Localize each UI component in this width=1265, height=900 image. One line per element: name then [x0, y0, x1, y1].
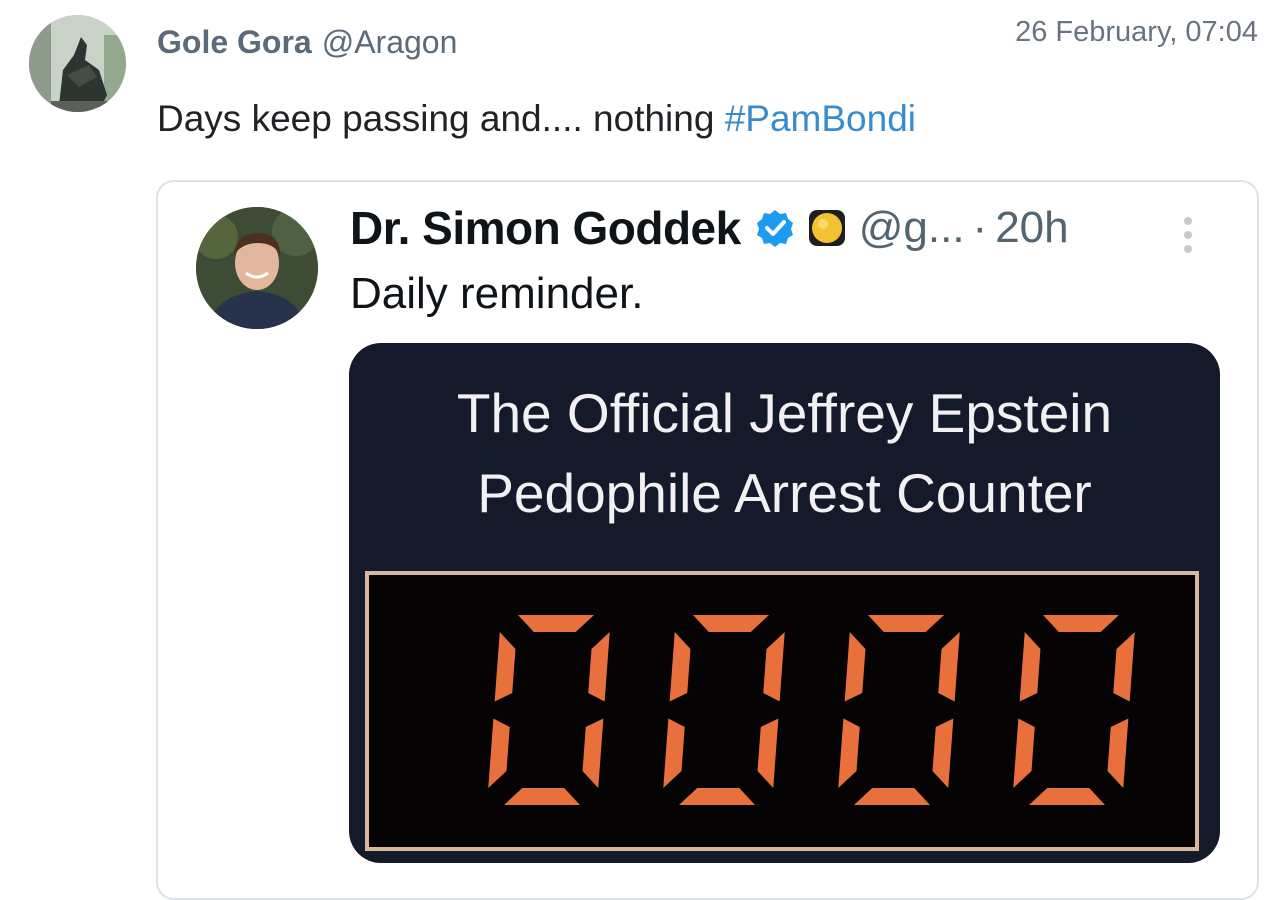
digit-segment-f: [844, 632, 866, 702]
quoted-author-name[interactable]: Dr. Simon Goddek: [350, 201, 741, 255]
media-title-line-1: The Official Jeffrey Epstein: [456, 382, 1113, 444]
digit-segment-f: [494, 632, 516, 702]
digit-segment-b: [938, 632, 960, 702]
quoted-time[interactable]: 20h: [995, 203, 1068, 253]
media-title-line-2: Pedophile Arrest Counter: [477, 462, 1092, 524]
hashtag-link[interactable]: #PamBondi: [725, 98, 916, 139]
digit-segment-c: [1107, 718, 1129, 788]
digit-segment-a: [518, 615, 594, 632]
affiliate-badge-icon: [808, 210, 845, 246]
digit-segment-d: [1029, 788, 1105, 805]
digit-segment-c: [757, 718, 779, 788]
digit-segment-c: [582, 718, 604, 788]
digit-segment-f: [669, 632, 691, 702]
post-timestamp[interactable]: 26 February, 07:04: [1015, 13, 1258, 51]
digit-segment-b: [1113, 632, 1135, 702]
quoted-text: Daily reminder.: [350, 269, 644, 318]
verified-badge-icon: [756, 210, 793, 247]
digit-segment-a: [868, 615, 944, 632]
digit-segment-a: [693, 615, 769, 632]
digit-segment-b: [763, 632, 785, 702]
digit-segment-c: [932, 718, 954, 788]
quoted-post-card[interactable]: Dr. Simon Goddek @g... · 20h Daily remin…: [156, 180, 1259, 900]
post-text: Days keep passing and.... nothing #PamBo…: [157, 95, 916, 143]
author-handle[interactable]: @Aragon: [322, 24, 458, 60]
more-options-icon[interactable]: [1180, 215, 1196, 255]
counter-digits: [488, 615, 1135, 805]
quoted-header: Dr. Simon Goddek @g... · 20h: [350, 198, 1069, 258]
digit-segment-d: [679, 788, 755, 805]
digit-segment-f: [1019, 632, 1041, 702]
quoted-media-image[interactable]: The Official Jeffrey Epstein Pedophile A…: [349, 343, 1220, 863]
digit-segment-e: [663, 718, 685, 788]
arrest-counter-display: [365, 571, 1199, 851]
author-name[interactable]: Gole Gora: [157, 24, 312, 60]
digit-segment-d: [504, 788, 580, 805]
digit-segment-a: [1043, 615, 1119, 632]
separator-dot: ·: [972, 203, 988, 252]
digit-segment-e: [838, 718, 860, 788]
media-title: The Official Jeffrey Epstein Pedophile A…: [349, 373, 1220, 533]
author-avatar[interactable]: [29, 15, 126, 112]
quoted-author-avatar[interactable]: [196, 207, 318, 329]
digit-segment-e: [488, 718, 510, 788]
post-author: Gole Gora @Aragon: [157, 22, 457, 62]
digit-segment-b: [588, 632, 610, 702]
quoted-author-handle[interactable]: @g...: [859, 203, 965, 253]
digit-segment-d: [854, 788, 930, 805]
post-text-body: Days keep passing and.... nothing: [157, 98, 725, 139]
digit-segment-e: [1013, 718, 1035, 788]
